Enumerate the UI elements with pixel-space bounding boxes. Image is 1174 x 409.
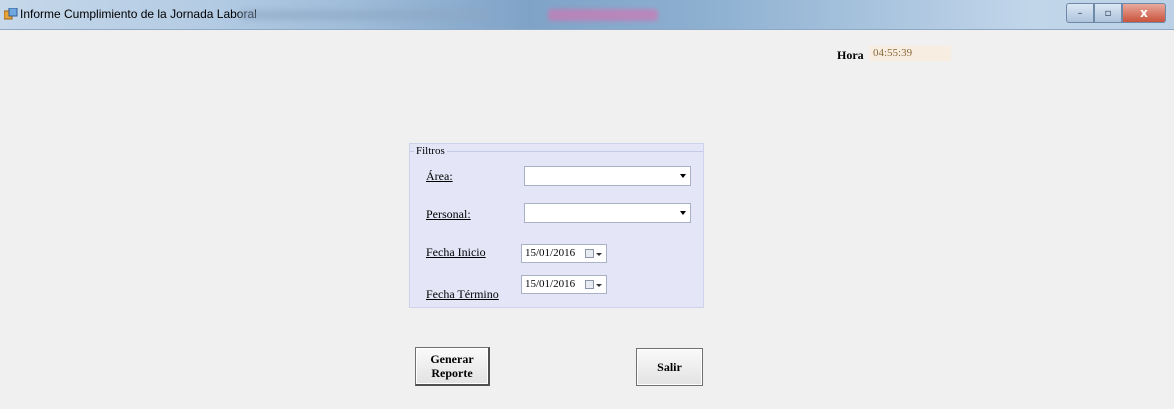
fecha-termino-label: Fecha Término bbox=[426, 287, 499, 301]
window-controls: – ▫ x bbox=[1066, 3, 1166, 23]
close-button[interactable]: x bbox=[1122, 3, 1166, 23]
generate-report-line2: Reporte bbox=[431, 366, 473, 380]
personal-dropdown[interactable] bbox=[524, 203, 691, 223]
generate-report-button[interactable]: Generar Reporte bbox=[415, 347, 490, 386]
chevron-down-icon[interactable] bbox=[680, 174, 686, 178]
close-icon: x bbox=[1140, 6, 1148, 20]
group-border bbox=[410, 151, 703, 152]
maximize-button[interactable]: ▫ bbox=[1094, 3, 1122, 23]
titlebar-decoration bbox=[240, 10, 490, 20]
area-label: Área: bbox=[426, 169, 453, 183]
exit-button[interactable]: Salir bbox=[636, 348, 703, 386]
calendar-icon[interactable] bbox=[585, 249, 594, 258]
generate-report-line1: Generar bbox=[430, 352, 474, 366]
minimize-icon: – bbox=[1077, 7, 1083, 19]
clock-value: 04:55:39 bbox=[869, 46, 951, 61]
clock-label: Hora bbox=[837, 48, 864, 62]
maximize-icon: ▫ bbox=[1104, 7, 1112, 19]
chevron-down-icon[interactable] bbox=[596, 284, 602, 287]
fecha-inicio-value: 15/01/2016 bbox=[525, 247, 576, 259]
titlebar-decoration-pink bbox=[548, 9, 658, 21]
filters-legend: Filtros bbox=[414, 145, 447, 157]
minimize-button[interactable]: – bbox=[1066, 3, 1094, 23]
chevron-down-icon[interactable] bbox=[596, 253, 602, 256]
chevron-down-icon[interactable] bbox=[680, 211, 686, 215]
form-app-icon bbox=[4, 8, 18, 20]
window-title: Informe Cumplimiento de la Jornada Labor… bbox=[20, 7, 257, 21]
personal-label: Personal: bbox=[426, 207, 471, 221]
exit-label: Salir bbox=[657, 360, 682, 374]
area-dropdown[interactable] bbox=[524, 166, 691, 186]
fecha-termino-value: 15/01/2016 bbox=[525, 278, 576, 290]
fecha-inicio-picker[interactable]: 15/01/2016 bbox=[521, 244, 607, 263]
calendar-icon[interactable] bbox=[585, 280, 594, 289]
fecha-inicio-label: Fecha Inicio bbox=[426, 245, 486, 259]
filters-group: Filtros Área: Personal: Fecha Inicio 15/… bbox=[409, 143, 704, 308]
fecha-termino-picker[interactable]: 15/01/2016 bbox=[521, 275, 607, 294]
title-bar[interactable]: Informe Cumplimiento de la Jornada Labor… bbox=[0, 0, 1174, 30]
